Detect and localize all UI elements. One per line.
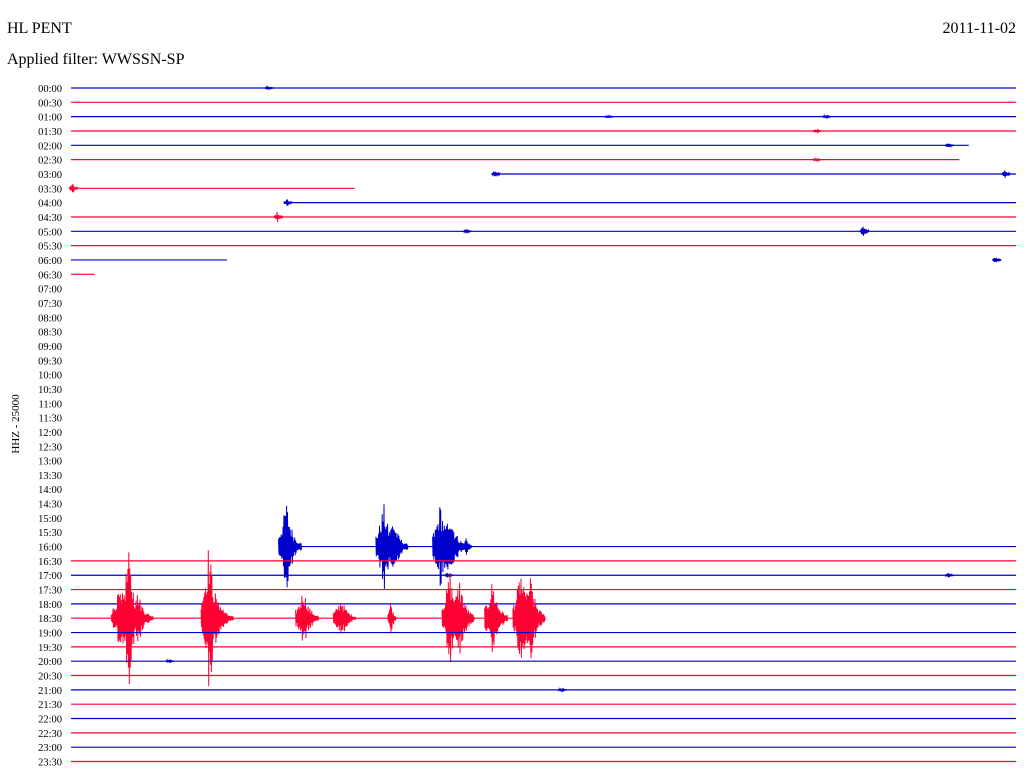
time-tick-label: 18:30 bbox=[38, 614, 62, 625]
time-tick-label: 15:00 bbox=[38, 514, 62, 525]
time-tick-label: 08:30 bbox=[38, 328, 62, 339]
seismic-event bbox=[462, 538, 473, 555]
time-tick-label: 22:00 bbox=[38, 715, 62, 726]
time-tick-label: 11:00 bbox=[38, 399, 62, 410]
time-tick-label: 12:00 bbox=[38, 428, 62, 439]
time-tick-label: 08:00 bbox=[38, 313, 62, 324]
seismic-event bbox=[822, 113, 832, 120]
time-tick-label: 10:30 bbox=[38, 385, 62, 396]
seismic-event bbox=[604, 114, 614, 119]
seismic-event bbox=[812, 128, 822, 134]
time-tick-label: 06:00 bbox=[38, 256, 62, 267]
time-tick-label: 18:00 bbox=[38, 600, 62, 611]
seismic-event bbox=[484, 584, 508, 653]
time-tick-label: 04:00 bbox=[38, 199, 62, 210]
time-tick-label: 12:30 bbox=[38, 442, 62, 453]
seismic-event bbox=[944, 143, 955, 149]
time-tick-label: 19:00 bbox=[38, 629, 62, 640]
time-tick-label: 15:30 bbox=[38, 528, 62, 539]
seismic-event bbox=[859, 226, 870, 236]
time-tick-label: 16:30 bbox=[38, 557, 62, 568]
time-tick-label: 04:30 bbox=[38, 213, 62, 224]
seismic-event bbox=[283, 199, 293, 206]
seismic-event bbox=[557, 687, 567, 693]
time-tick-label: 03:30 bbox=[38, 184, 62, 195]
seismic-event bbox=[387, 602, 397, 634]
time-tick-label: 17:30 bbox=[38, 586, 62, 597]
time-tick-label: 02:30 bbox=[38, 156, 62, 167]
time-tick-label: 11:30 bbox=[38, 414, 62, 425]
time-tick-label: 17:00 bbox=[38, 571, 62, 582]
seismic-event bbox=[812, 156, 822, 163]
time-tick-label: 00:00 bbox=[38, 84, 62, 95]
time-tick-label: 20:30 bbox=[38, 672, 62, 683]
time-tick-label: 10:00 bbox=[38, 371, 62, 382]
seismic-event bbox=[273, 211, 284, 223]
time-tick-label: 20:00 bbox=[38, 657, 62, 668]
time-tick-label: 22:30 bbox=[38, 729, 62, 740]
time-tick-label: 13:30 bbox=[38, 471, 62, 482]
time-tick-label: 01:30 bbox=[38, 127, 62, 138]
seismic-event bbox=[992, 257, 1002, 263]
seismic-event bbox=[491, 171, 501, 178]
time-tick-label: 21:30 bbox=[38, 700, 62, 711]
time-tick-label: 06:30 bbox=[38, 270, 62, 281]
time-tick-label: 23:30 bbox=[38, 758, 62, 769]
time-tick-label: 16:00 bbox=[38, 543, 62, 554]
time-tick-label: 05:30 bbox=[38, 242, 62, 253]
time-tick-label: 07:30 bbox=[38, 299, 62, 310]
seismic-event bbox=[165, 658, 175, 664]
seismic-event bbox=[295, 595, 319, 641]
time-tick-label: 07:00 bbox=[38, 285, 62, 296]
time-tick-label: 05:00 bbox=[38, 227, 62, 238]
seismogram-plot: 00:00 00:30 01:00 01:30 02:00 02:30 03:00 03:30… bbox=[38, 84, 1016, 769]
time-tick-label: 02:00 bbox=[38, 141, 62, 152]
time-tick-label: 00:30 bbox=[38, 98, 62, 109]
seismic-event bbox=[444, 572, 454, 578]
time-tick-label: 21:00 bbox=[38, 686, 62, 697]
time-tick-label: 01:00 bbox=[38, 113, 62, 124]
time-tick-label: 14:30 bbox=[38, 500, 62, 511]
seismic-event bbox=[451, 582, 475, 654]
seismic-event bbox=[68, 183, 79, 193]
time-tick-label: 09:30 bbox=[38, 356, 62, 367]
time-tick-label: 13:00 bbox=[38, 457, 62, 468]
time-tick-label: 03:00 bbox=[38, 170, 62, 181]
seismic-event bbox=[1001, 170, 1011, 178]
seismic-event bbox=[264, 85, 274, 91]
seismic-event bbox=[332, 603, 357, 634]
seismic-event bbox=[521, 578, 546, 659]
time-tick-label: 19:30 bbox=[38, 643, 62, 654]
time-tick-label: 09:00 bbox=[38, 342, 62, 353]
time-tick-label: 23:00 bbox=[38, 743, 62, 754]
seismic-event bbox=[944, 573, 955, 578]
time-tick-label: 14:00 bbox=[38, 485, 62, 496]
